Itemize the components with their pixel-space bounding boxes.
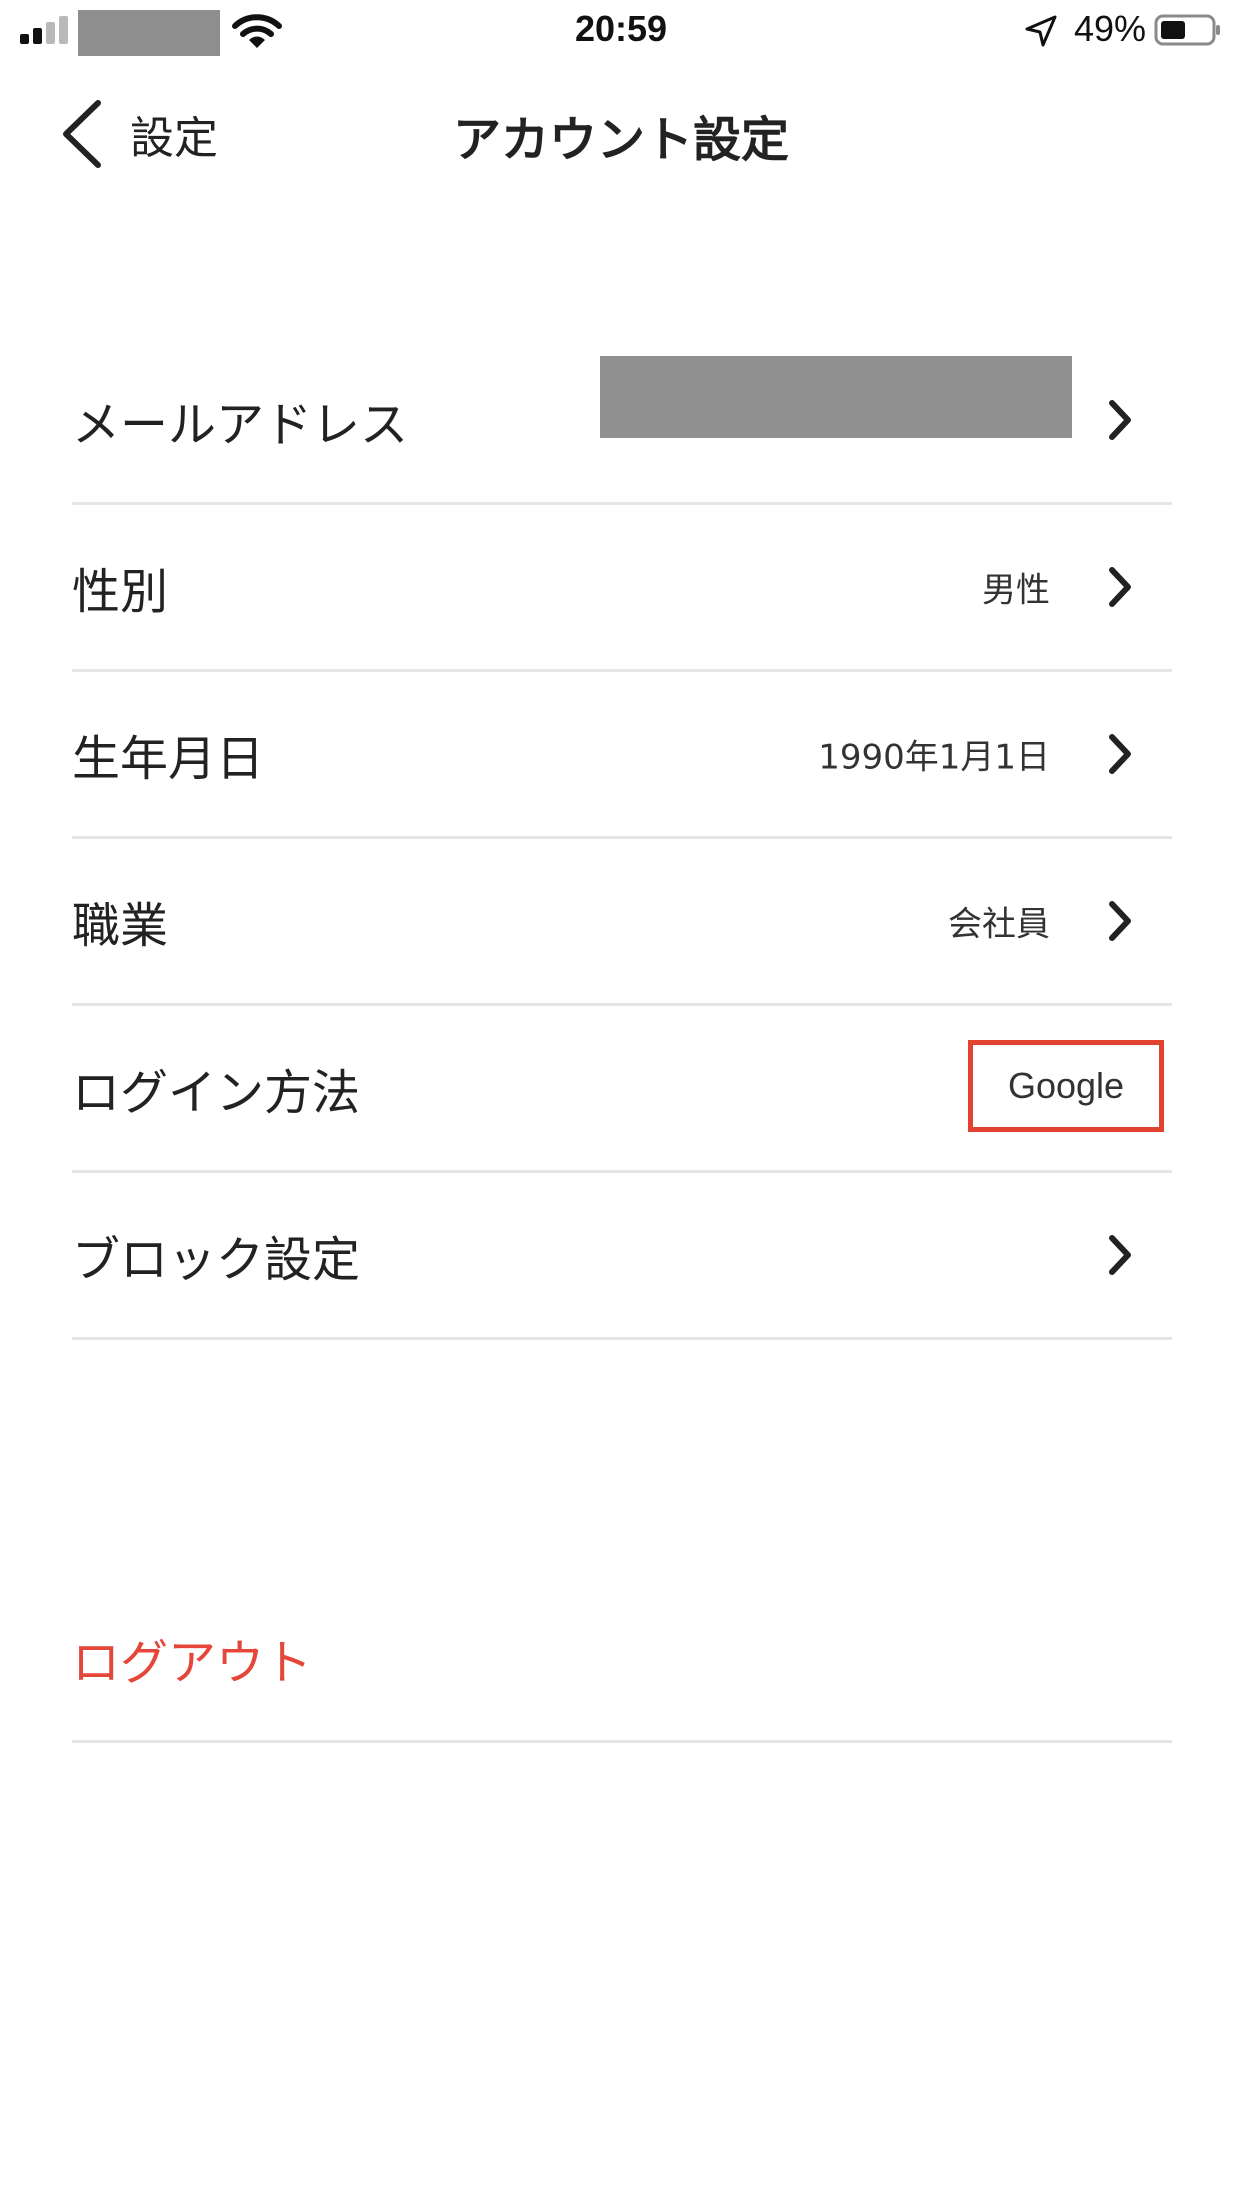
- email-label: メールアドレス: [72, 397, 409, 453]
- login-method-value: Google: [1007, 1065, 1125, 1106]
- account-settings-list: メールアドレス 性別 男性 生年月日 1990年1月1日 職業 会社員 ログイン…: [72, 338, 1172, 1340]
- email-row[interactable]: メールアドレス: [72, 338, 1172, 505]
- login-method-row: ログイン方法 Google: [72, 1006, 1172, 1173]
- occupation-row[interactable]: 職業 会社員: [72, 839, 1172, 1006]
- occupation-value: 会社員: [948, 904, 1050, 945]
- logout-label: ログアウト: [72, 1635, 313, 1691]
- birthdate-row[interactable]: 生年月日 1990年1月1日: [72, 672, 1172, 839]
- occupation-label: 職業: [72, 898, 169, 954]
- block-settings-row[interactable]: ブロック設定: [72, 1173, 1172, 1340]
- birthdate-value: 1990年1月1日: [818, 737, 1050, 778]
- gender-row[interactable]: 性別 男性: [72, 505, 1172, 672]
- chevron-right-icon: [1109, 734, 1131, 774]
- status-bar: 20:59 49%: [0, 0, 1242, 64]
- location-arrow-icon: [1025, 15, 1057, 47]
- logout-button[interactable]: ログアウト: [72, 1576, 1172, 1743]
- chevron-right-icon: [1109, 901, 1131, 941]
- chevron-right-icon: [1109, 567, 1131, 607]
- chevron-right-icon: [1109, 1235, 1131, 1275]
- gender-value: 男性: [982, 570, 1050, 611]
- birthdate-label: 生年月日: [72, 731, 265, 787]
- block-settings-label: ブロック設定: [72, 1232, 361, 1288]
- login-method-value-highlight: Google: [968, 1040, 1164, 1132]
- battery-percent: 49%: [1073, 8, 1146, 49]
- battery-icon: [1154, 14, 1220, 46]
- page-title: アカウント設定: [452, 112, 789, 168]
- gender-label: 性別: [72, 564, 169, 620]
- email-value-redacted: [600, 356, 1072, 438]
- navigation-bar: 設定 アカウント設定: [0, 64, 1242, 194]
- login-method-label: ログイン方法: [72, 1065, 361, 1121]
- chevron-right-icon: [1109, 400, 1131, 440]
